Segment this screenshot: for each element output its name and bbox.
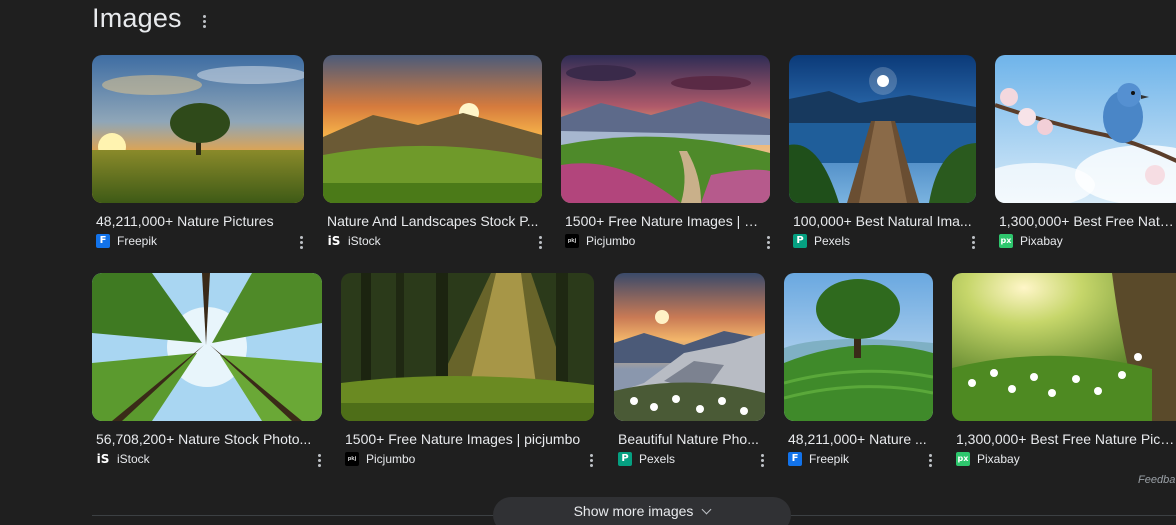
more-options-icon[interactable] bbox=[763, 234, 773, 250]
source-name: Pixabay bbox=[1020, 234, 1063, 248]
show-more-images-button[interactable]: Show more images bbox=[493, 497, 791, 525]
image-title[interactable]: 1,300,000+ Best Free Natur... bbox=[999, 213, 1176, 229]
freepik-icon: F bbox=[788, 452, 802, 466]
feedback-link[interactable]: Feedba bbox=[1138, 474, 1175, 486]
more-options-icon[interactable] bbox=[925, 452, 935, 468]
pexels-icon: P bbox=[793, 234, 807, 248]
more-options-icon[interactable] bbox=[535, 234, 545, 250]
section-more-options-icon[interactable] bbox=[198, 12, 210, 30]
image-thumbnail[interactable] bbox=[92, 273, 322, 421]
pixabay-icon: px bbox=[956, 452, 970, 466]
source-name: Pexels bbox=[814, 234, 851, 248]
more-options-icon[interactable] bbox=[757, 452, 767, 468]
picjumbo-icon: pkj bbox=[345, 452, 359, 466]
more-options-icon[interactable] bbox=[314, 452, 324, 468]
more-options-icon[interactable] bbox=[296, 234, 306, 250]
source-name: Picjumbo bbox=[586, 234, 636, 248]
image-title[interactable]: 1500+ Free Nature Images | picjumbo bbox=[345, 431, 590, 447]
image-thumbnail[interactable] bbox=[995, 55, 1176, 203]
section-title: Images bbox=[92, 3, 182, 33]
image-thumbnail[interactable] bbox=[784, 273, 933, 421]
image-title[interactable]: Nature And Landscapes Stock P... bbox=[327, 213, 541, 229]
istock-icon: iS bbox=[96, 452, 110, 466]
image-title[interactable]: 1,300,000+ Best Free Nature Pictur bbox=[956, 431, 1176, 447]
source-name: Pixabay bbox=[977, 452, 1020, 466]
more-options-icon[interactable] bbox=[586, 452, 596, 468]
show-more-label: Show more images bbox=[573, 503, 694, 519]
image-source[interactable]: px Pixabay bbox=[999, 234, 1063, 248]
image-source[interactable]: F Freepik bbox=[96, 234, 157, 248]
image-source[interactable]: F Freepik bbox=[788, 452, 849, 466]
source-name: iStock bbox=[117, 452, 150, 466]
image-thumbnail[interactable] bbox=[561, 55, 770, 203]
image-title[interactable]: 100,000+ Best Natural Ima... bbox=[793, 213, 973, 229]
image-source[interactable]: pkj Picjumbo bbox=[565, 234, 635, 248]
image-title[interactable]: 1500+ Free Nature Images | pi... bbox=[565, 213, 762, 229]
image-title[interactable]: 48,211,000+ Nature Pictures bbox=[96, 213, 296, 229]
image-thumbnail[interactable] bbox=[789, 55, 976, 203]
image-source[interactable]: iS iStock bbox=[327, 234, 381, 248]
chevron-down-icon bbox=[701, 504, 712, 514]
istock-icon: iS bbox=[327, 234, 341, 248]
image-title[interactable]: Beautiful Nature Pho... bbox=[618, 431, 761, 447]
image-thumbnail[interactable] bbox=[323, 55, 542, 203]
image-source[interactable]: P Pexels bbox=[793, 234, 850, 248]
more-options-icon[interactable] bbox=[968, 234, 978, 250]
images-section: Images 48,211,000+ Nature Pictures F Fre… bbox=[0, 0, 1176, 525]
source-name: Pexels bbox=[639, 452, 676, 466]
image-source[interactable]: iS iStock bbox=[96, 452, 150, 466]
image-source[interactable]: pkj Picjumbo bbox=[345, 452, 415, 466]
pixabay-icon: px bbox=[999, 234, 1013, 248]
image-source[interactable]: P Pexels bbox=[618, 452, 675, 466]
picjumbo-icon: pkj bbox=[565, 234, 579, 248]
image-thumbnail[interactable] bbox=[952, 273, 1176, 421]
image-title[interactable]: 56,708,200+ Nature Stock Photo... bbox=[96, 431, 318, 447]
image-thumbnail[interactable] bbox=[341, 273, 594, 421]
image-source[interactable]: px Pixabay bbox=[956, 452, 1020, 466]
source-name: Freepik bbox=[809, 452, 850, 466]
source-name: iStock bbox=[348, 234, 381, 248]
image-thumbnail[interactable] bbox=[614, 273, 765, 421]
source-name: Picjumbo bbox=[366, 452, 416, 466]
image-thumbnail[interactable] bbox=[92, 55, 304, 203]
freepik-icon: F bbox=[96, 234, 110, 248]
image-title[interactable]: 48,211,000+ Nature ... bbox=[788, 431, 928, 447]
source-name: Freepik bbox=[117, 234, 158, 248]
pexels-icon: P bbox=[618, 452, 632, 466]
